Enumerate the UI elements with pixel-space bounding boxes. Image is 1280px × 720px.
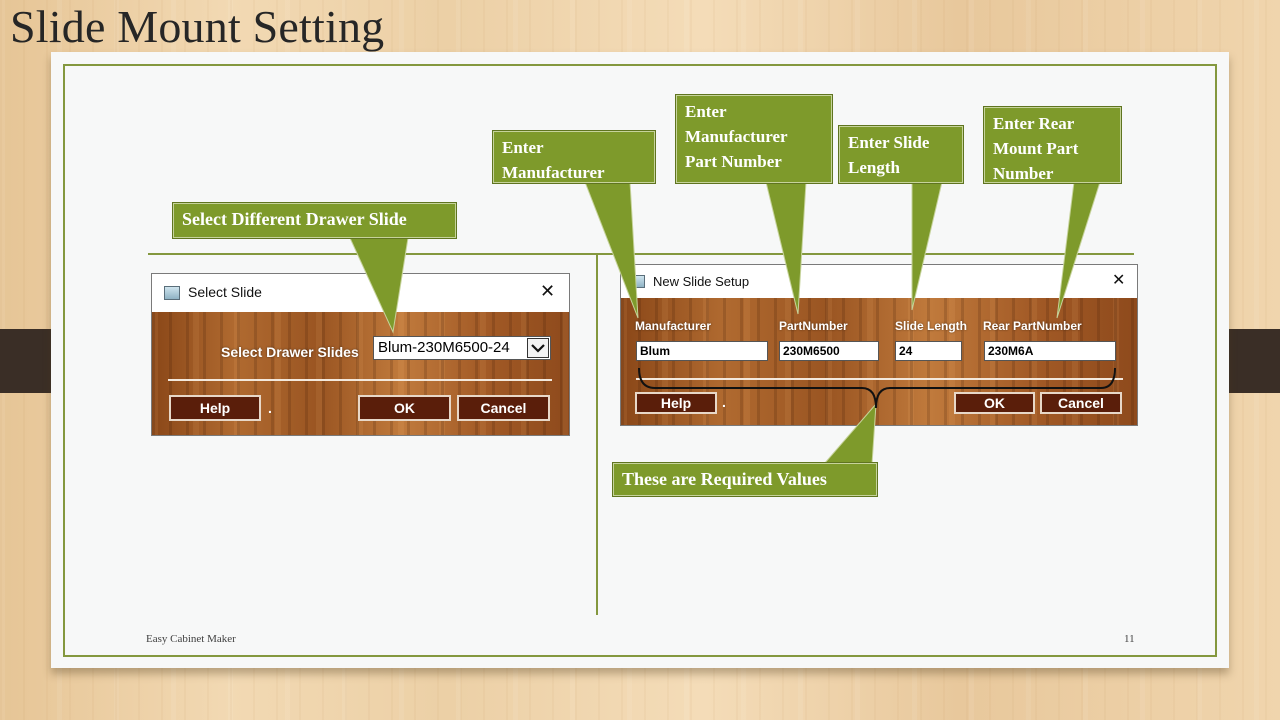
enter-manufacturer-callout: Enter Manufacturer bbox=[492, 130, 656, 184]
enter-rear-mount-pointer bbox=[1056, 181, 1101, 319]
enter-part-number-pointer bbox=[765, 181, 807, 315]
required-values-pointer bbox=[822, 402, 877, 465]
enter-manufacturer-pointer bbox=[584, 181, 639, 319]
required-values-callout: These are Required Values bbox=[612, 462, 878, 497]
footer-text: Easy Cabinet Maker bbox=[146, 633, 236, 645]
select-different-callout: Select Different Drawer Slide bbox=[172, 202, 457, 239]
enter-slide-length-pointer bbox=[911, 181, 943, 311]
enter-part-number-callout: Enter Manufacturer Part Number bbox=[675, 94, 833, 184]
enter-slide-length-callout: Enter Slide Length bbox=[838, 125, 964, 184]
required-values-brace bbox=[638, 367, 1116, 409]
page-number: 11 bbox=[1124, 633, 1135, 645]
select-different-pointer bbox=[349, 237, 409, 334]
enter-rear-mount-callout: Enter Rear Mount Part Number bbox=[983, 106, 1122, 184]
